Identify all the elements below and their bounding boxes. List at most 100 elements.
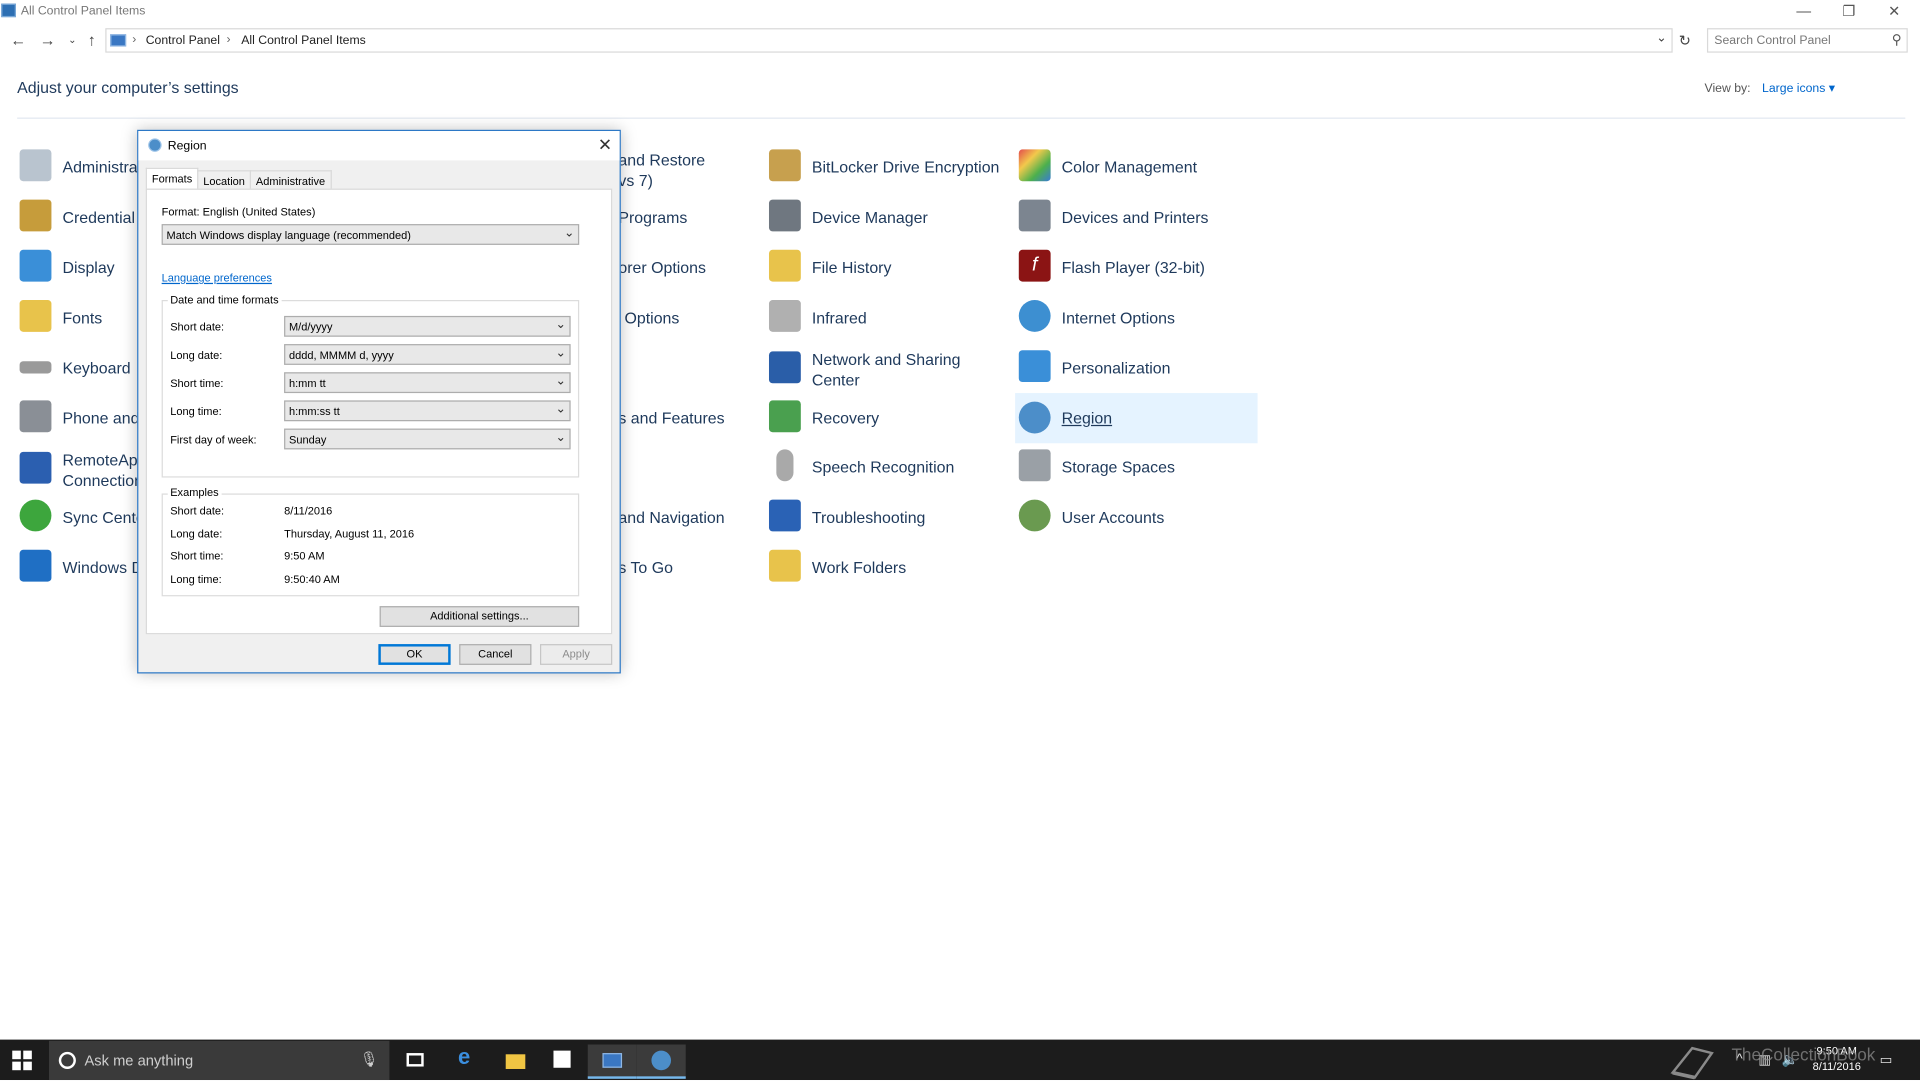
- item-label: Troubleshooting: [811, 508, 926, 527]
- item-label: RemoteApp Connection: [62, 450, 147, 490]
- formats-panel: Format: English (United States) Match Wi…: [145, 188, 613, 635]
- divider: [17, 117, 1906, 119]
- item-speech-recognition[interactable]: Speech Recognition: [769, 446, 1014, 493]
- storage-spaces-icon: [1018, 449, 1051, 482]
- tab-location[interactable]: Location: [197, 170, 252, 190]
- short-time-value: h:mm tt: [288, 377, 326, 390]
- language-preferences-link[interactable]: Language preferences: [162, 272, 272, 284]
- forward-arrow-icon[interactable]: →: [38, 29, 58, 51]
- item-flash-player[interactable]: f Flash Player (32-bit): [1018, 246, 1264, 293]
- item-user-accounts[interactable]: User Accounts: [1018, 496, 1264, 543]
- control-panel-taskbar-icon[interactable]: [587, 1044, 637, 1079]
- recovery-icon: [768, 400, 801, 433]
- item-devices-printers[interactable]: Devices and Printers: [1018, 196, 1264, 243]
- chevron-down-icon: ⌄: [555, 374, 566, 389]
- item-region[interactable]: Region: [1015, 393, 1258, 444]
- region-taskbar-icon[interactable]: [636, 1044, 686, 1079]
- file-history-icon: [768, 249, 801, 282]
- microphone-icon[interactable]: 🎙: [360, 1051, 379, 1068]
- restore-button[interactable]: ❐: [1831, 1, 1868, 21]
- item-label: Devices and Printers: [1061, 208, 1209, 227]
- item-label: Phone and: [62, 408, 140, 428]
- item-label: s To Go: [618, 558, 673, 577]
- cortana-search-box[interactable]: Ask me anything 🎙: [48, 1040, 390, 1081]
- task-view-icon[interactable]: [392, 1044, 441, 1078]
- up-arrow-icon[interactable]: ↑: [82, 29, 102, 51]
- item-work-folders[interactable]: Work Folders: [768, 546, 1014, 593]
- item-color-management[interactable]: Color Management: [1018, 146, 1264, 193]
- first-day-label: First day of week:: [170, 433, 257, 446]
- recent-locations-chevron-icon[interactable]: ⌄: [62, 29, 82, 51]
- item-label: and Navigation: [618, 508, 725, 527]
- edge-browser-icon[interactable]: e: [443, 1044, 492, 1078]
- flash-player-icon: f: [1018, 249, 1051, 282]
- item-label: Keyboard: [62, 358, 131, 378]
- breadcrumb-separator: ›: [226, 33, 231, 47]
- tab-formats[interactable]: Formats: [145, 167, 199, 192]
- ok-button[interactable]: OK: [378, 644, 451, 665]
- dialog-close-button[interactable]: ✕: [598, 135, 612, 156]
- item-network-sharing[interactable]: Network and Sharing Center: [768, 348, 1014, 395]
- breadcrumb-control-panel[interactable]: Control Panel: [146, 34, 220, 47]
- view-by-dropdown[interactable]: Large icons ▾: [1762, 82, 1835, 95]
- administrative-tools-icon: [19, 149, 52, 182]
- file-explorer-icon[interactable]: [491, 1044, 540, 1078]
- cancel-button[interactable]: Cancel: [459, 644, 532, 665]
- item-personalization[interactable]: Personalization: [1018, 347, 1264, 394]
- sync-icon: [19, 499, 52, 532]
- item-bitlocker[interactable]: BitLocker Drive Encryption: [768, 146, 1014, 193]
- additional-settings-button[interactable]: Additional settings...: [379, 606, 580, 627]
- item-label: Internet Options: [1061, 308, 1175, 327]
- tab-administrative[interactable]: Administrative: [249, 170, 332, 190]
- first-day-dropdown[interactable]: Sunday ⌄: [284, 428, 571, 450]
- back-arrow-icon[interactable]: ←: [9, 29, 29, 51]
- dialog-titlebar: Region ✕: [138, 131, 620, 161]
- long-time-label: Long time:: [170, 405, 222, 418]
- item-troubleshooting[interactable]: Troubleshooting: [768, 496, 1014, 543]
- item-internet-options[interactable]: Internet Options: [1018, 296, 1264, 343]
- item-label: Flash Player (32-bit): [1061, 258, 1205, 277]
- item-label: Personalization: [1061, 358, 1171, 378]
- windows-start-icon[interactable]: [12, 1050, 32, 1071]
- minimize-button[interactable]: —: [1785, 1, 1822, 21]
- search-input[interactable]: Search Control Panel ⚲: [1706, 28, 1908, 53]
- breadcrumb-all-items[interactable]: All Control Panel Items: [241, 34, 366, 47]
- item-infrared[interactable]: Infrared: [768, 296, 1014, 343]
- item-storage-spaces[interactable]: Storage Spaces: [1018, 446, 1264, 493]
- first-day-value: Sunday: [288, 433, 327, 446]
- format-dropdown[interactable]: Match Windows display language (recommen…: [161, 224, 580, 245]
- network-icon: [768, 351, 801, 384]
- breadcrumb-separator: ›: [132, 33, 137, 47]
- control-panel-icon: [1, 3, 16, 18]
- long-time-dropdown[interactable]: h:mm:ss tt ⌄: [284, 400, 571, 422]
- long-date-value: dddd, MMMM d, yyyy: [288, 348, 394, 362]
- item-recovery[interactable]: Recovery: [768, 397, 1014, 444]
- search-icon[interactable]: ⚲: [1892, 32, 1902, 48]
- view-by-label: View by:: [1704, 82, 1751, 96]
- item-file-history[interactable]: File History: [768, 246, 1014, 293]
- short-time-label: Short time:: [170, 377, 224, 390]
- apply-button[interactable]: Apply: [540, 644, 613, 665]
- long-date-dropdown[interactable]: dddd, MMMM d, yyyy ⌄: [284, 344, 571, 365]
- chevron-down-icon[interactable]: ⌄: [1656, 32, 1666, 45]
- example-long-time: 9:50:40 AM: [284, 573, 340, 586]
- item-device-manager[interactable]: Device Manager: [768, 196, 1014, 243]
- item-label: Administra: [62, 157, 138, 177]
- store-icon[interactable]: [539, 1044, 588, 1078]
- item-label: Region: [1061, 408, 1113, 428]
- item-label: Recovery: [811, 408, 880, 428]
- short-date-dropdown[interactable]: M/d/yyyy ⌄: [284, 315, 571, 337]
- cortana-icon: [58, 1051, 76, 1069]
- item-label: Color Management: [1061, 157, 1198, 177]
- long-time-value: h:mm:ss tt: [288, 405, 340, 418]
- region-globe-icon: [1018, 401, 1051, 434]
- close-button[interactable]: ✕: [1876, 1, 1913, 21]
- page-title: Adjust your computer’s settings: [17, 78, 239, 97]
- refresh-icon[interactable]: ↻: [1675, 28, 1695, 52]
- item-label: Fonts: [62, 308, 103, 327]
- keyboard-icon: [19, 361, 52, 374]
- short-time-dropdown[interactable]: h:mm tt ⌄: [284, 372, 571, 394]
- watermark: TheCollectionBook: [1668, 1038, 1913, 1080]
- short-date-value: M/d/yyyy: [288, 320, 333, 334]
- address-bar[interactable]: › Control Panel › All Control Panel Item…: [105, 28, 1673, 53]
